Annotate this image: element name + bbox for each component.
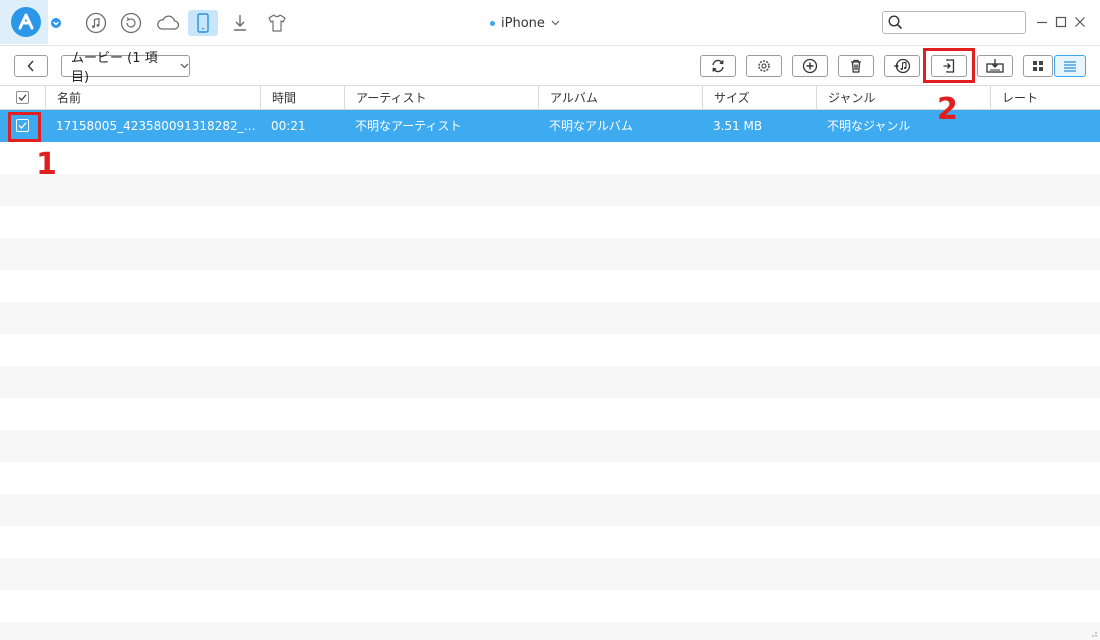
category-dropdown[interactable]: ムービー (1 項目) [61,51,190,85]
history-icon [120,12,142,34]
device-name: iPhone [501,15,545,31]
list-view-icon [1064,61,1076,72]
title-bar: iPhone [0,0,1100,46]
column-header-size[interactable]: サイズ [702,86,816,110]
list-view-button[interactable] [1054,55,1086,77]
to-itunes-icon [894,58,911,74]
cell-size: 3.51 MB [713,119,763,133]
cell-album: 不明なアルバム [549,119,633,133]
refresh-button[interactable] [700,55,736,77]
close-icon [1075,17,1085,27]
back-button[interactable] [14,55,48,77]
empty-row [0,366,1100,398]
chevron-down-icon [53,21,59,26]
toolbar: ムービー (1 項目) [0,46,1100,86]
cloud-icon [157,15,180,30]
cell-name: 17158005_423580091318282_573117... [56,119,256,133]
delete-icon [851,59,861,73]
empty-row [0,590,1100,622]
device-selector[interactable]: iPhone [490,13,560,33]
settings-button[interactable] [746,55,782,77]
cell-rating [1001,110,1096,142]
empty-row [0,142,1100,174]
anytrans-logo-icon [11,7,41,37]
refresh-icon [712,59,724,73]
app-window: iPhone ムービー (1 項目) 名前 時間 アーティスト アルバム サイズ… [0,0,1100,640]
add-button[interactable] [792,55,828,77]
download-icon [234,15,246,31]
to-device-button[interactable] [977,55,1013,77]
select-all-header [0,86,45,110]
cell-genre: 不明なジャンル [827,119,911,133]
empty-row [0,270,1100,302]
grid-view-icon [1033,61,1043,71]
step2-label: 2 [937,92,958,127]
column-header-artist[interactable]: アーティスト [344,86,538,110]
delete-button[interactable] [838,55,874,77]
nav-icloud[interactable] [153,10,183,36]
search-box[interactable] [882,11,1026,34]
music-icon [85,12,107,34]
column-header-rating[interactable]: レート [990,86,1100,110]
breadcrumb: ムービー (1 項目) [71,51,158,85]
empty-row [0,462,1100,494]
table-row[interactable]: 17158005_423580091318282_573117... 00:21… [0,110,1100,142]
step1-highlight [8,112,41,142]
checkmark-icon [18,94,27,101]
step1-label: 1 [36,147,57,182]
empty-row [0,302,1100,334]
cell-time: 00:21 [271,119,306,133]
close-button[interactable] [1073,14,1087,30]
nav-download[interactable] [225,10,255,36]
empty-row [0,622,1100,640]
chevron-left-icon [27,60,34,72]
phone-icon [197,13,209,33]
tshirt-icon [268,14,286,32]
maximize-button[interactable] [1054,14,1068,30]
minimize-icon [1037,21,1047,24]
maximize-icon [1055,16,1067,28]
table-header: 名前 時間 アーティスト アルバム サイズ ジャンル レート [0,86,1100,110]
resize-grip-icon[interactable] [1088,628,1098,638]
device-connected-indicator [490,20,495,26]
app-menu-dropdown[interactable] [51,18,61,28]
minimize-button[interactable] [1035,14,1049,30]
nav-device[interactable] [188,10,218,36]
select-all-checkbox[interactable] [16,91,29,104]
settings-icon [758,60,770,72]
to-device-icon [986,59,1004,73]
column-header-time[interactable]: 時間 [260,86,344,110]
empty-row [0,526,1100,558]
empty-row [0,334,1100,366]
to-itunes-button[interactable] [884,55,920,77]
chevron-down-icon [180,63,189,69]
empty-row [0,238,1100,270]
empty-row [0,558,1100,590]
empty-row [0,206,1100,238]
column-header-genre[interactable]: ジャンル [816,86,990,110]
column-header-name[interactable]: 名前 [45,86,260,110]
column-header-album[interactable]: アルバム [538,86,702,110]
empty-row [0,398,1100,430]
empty-row [0,174,1100,206]
search-input[interactable] [907,14,1021,31]
step2-highlight [923,48,975,83]
movie-table: 名前 時間 アーティスト アルバム サイズ ジャンル レート 17158005_… [0,86,1100,640]
chevron-down-icon [551,20,560,26]
nav-music[interactable] [81,10,111,36]
add-icon [802,58,818,74]
search-icon [888,15,903,30]
empty-row [0,430,1100,462]
empty-row [0,494,1100,526]
grid-view-button[interactable] [1023,55,1053,77]
nav-ringtone[interactable] [262,10,292,36]
nav-history[interactable] [116,10,146,36]
app-logo[interactable] [0,0,48,44]
cell-artist: 不明なアーティスト [355,119,462,133]
